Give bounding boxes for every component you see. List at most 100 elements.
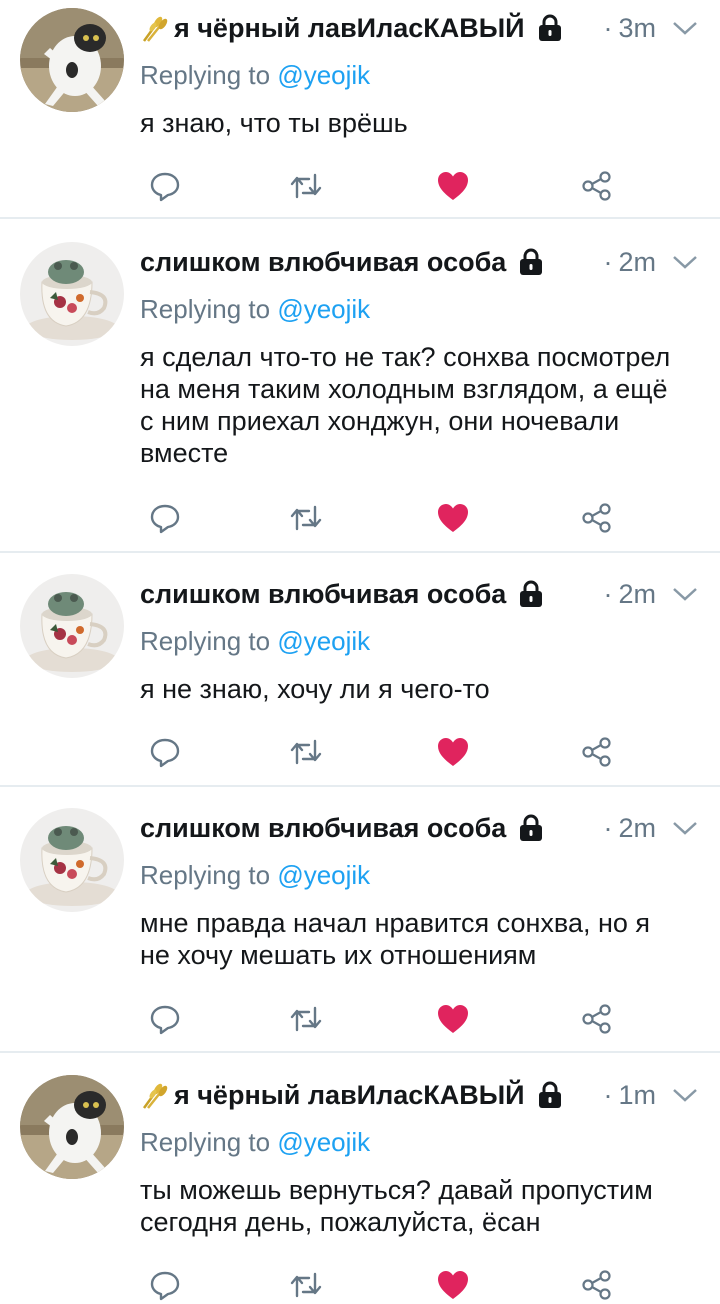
share-button[interactable] (575, 730, 619, 774)
retweet-button[interactable] (284, 164, 328, 208)
separator-dot: · (603, 1079, 613, 1110)
share-button[interactable] (575, 997, 619, 1041)
like-icon (438, 1271, 468, 1299)
tweet-actions (0, 997, 720, 1041)
reply-handle-link[interactable]: @yeojik (277, 860, 370, 890)
wheat-sheaf-icon (142, 1083, 168, 1109)
timestamp[interactable]: 2m (618, 579, 656, 610)
separator-dot: · (603, 812, 613, 843)
tweet-actions (0, 1263, 720, 1304)
tweet-text: я не знаю, хочу ли я чего-то (140, 674, 490, 704)
like-button[interactable] (431, 1263, 475, 1304)
chevron-down-icon[interactable] (670, 252, 700, 272)
lock-icon (520, 814, 543, 841)
reply-handle-link[interactable]: @yeojik (277, 294, 370, 324)
reply-icon (150, 738, 180, 768)
timestamp[interactable]: 1m (618, 1080, 656, 1111)
replying-to: Replying to @yeojik (140, 60, 371, 90)
like-button[interactable] (431, 997, 475, 1041)
teacup-frog-avatar-image (20, 808, 124, 912)
avatar[interactable] (20, 242, 124, 346)
lock-icon (520, 580, 543, 607)
retweet-icon (290, 173, 322, 199)
timestamp[interactable]: 3m (618, 13, 656, 44)
tweet-actions (0, 164, 720, 208)
tweet[interactable]: слишком влюбчивая особа · 2m Replying to… (0, 787, 720, 1053)
like-button[interactable] (431, 496, 475, 540)
retweet-icon (290, 739, 322, 765)
author-name[interactable]: слишком влюбчивая особа (140, 579, 506, 610)
retweet-icon (290, 505, 322, 531)
lock-icon (538, 14, 561, 41)
teacup-frog-avatar-image (20, 242, 124, 346)
separator-dot: · (603, 12, 613, 43)
replying-to: Replying to @yeojik (140, 860, 371, 890)
share-icon (582, 1270, 611, 1300)
wheat-sheaf-icon (142, 16, 168, 42)
like-button[interactable] (431, 730, 475, 774)
cat-avatar-image (20, 8, 124, 112)
chevron-down-icon[interactable] (670, 1085, 700, 1105)
replying-to: Replying to @yeojik (140, 626, 371, 656)
chevron-down-icon[interactable] (670, 18, 700, 38)
chevron-down-icon[interactable] (670, 584, 700, 604)
like-icon (438, 504, 468, 532)
author-name[interactable]: я чёрный лавИласКАВЫЙ (174, 13, 525, 44)
like-button[interactable] (431, 164, 475, 208)
tweet-actions (0, 496, 720, 540)
reply-handle-link[interactable]: @yeojik (277, 60, 370, 90)
separator-dot: · (603, 578, 613, 609)
retweet-button[interactable] (284, 730, 328, 774)
timestamp[interactable]: 2m (618, 813, 656, 844)
author-name[interactable]: я чёрный лавИласКАВЫЙ (174, 1080, 525, 1111)
reply-button[interactable] (143, 997, 187, 1041)
retweet-icon (290, 1006, 322, 1032)
teacup-frog-avatar-image (20, 574, 124, 678)
avatar[interactable] (20, 574, 124, 678)
tweet[interactable]: слишком влюбчивая особа · 2m Replying to… (0, 553, 720, 787)
like-icon (438, 738, 468, 766)
lock-icon (520, 248, 543, 275)
replying-to: Replying to @yeojik (140, 1127, 371, 1157)
share-icon (582, 503, 611, 533)
share-button[interactable] (575, 496, 619, 540)
tweet[interactable]: я чёрный лавИласКАВЫЙ · 1m Replying to @… (0, 1053, 720, 1304)
reply-button[interactable] (143, 164, 187, 208)
like-icon (438, 1005, 468, 1033)
share-button[interactable] (575, 1263, 619, 1304)
chevron-down-icon[interactable] (670, 818, 700, 838)
reply-handle-link[interactable]: @yeojik (277, 1127, 370, 1157)
share-icon (582, 1004, 611, 1034)
avatar[interactable] (20, 8, 124, 112)
lock-icon (538, 1081, 561, 1108)
reply-handle-link[interactable]: @yeojik (277, 626, 370, 656)
reply-icon (150, 172, 180, 202)
timeline: я чёрный лавИласКАВЫЙ · 3m Replying to @… (0, 0, 720, 1304)
share-button[interactable] (575, 164, 619, 208)
retweet-button[interactable] (284, 1263, 328, 1304)
reply-button[interactable] (143, 730, 187, 774)
reply-button[interactable] (143, 1263, 187, 1304)
like-icon (438, 172, 468, 200)
tweet-actions (0, 730, 720, 774)
retweet-icon (290, 1272, 322, 1298)
reply-icon (150, 504, 180, 534)
reply-button[interactable] (143, 496, 187, 540)
timestamp[interactable]: 2m (618, 247, 656, 278)
retweet-button[interactable] (284, 997, 328, 1041)
tweet-text: мне правда начал нравится сонхва, но я н… (140, 908, 651, 970)
reply-icon (150, 1005, 180, 1035)
tweet-text: я сделал что-то не так? сонхва посмотрел… (140, 342, 671, 468)
tweet[interactable]: я чёрный лавИласКАВЫЙ · 3m Replying to @… (0, 0, 720, 219)
avatar[interactable] (20, 808, 124, 912)
author-name[interactable]: слишком влюбчивая особа (140, 813, 506, 844)
cat-avatar-image (20, 1075, 124, 1179)
author-name[interactable]: слишком влюбчивая особа (140, 247, 506, 278)
share-icon (582, 737, 611, 767)
replying-to: Replying to @yeojik (140, 294, 371, 324)
avatar[interactable] (20, 1075, 124, 1179)
retweet-button[interactable] (284, 496, 328, 540)
tweet-text: я знаю, что ты врёшь (140, 108, 408, 138)
reply-icon (150, 1271, 180, 1301)
tweet[interactable]: слишком влюбчивая особа · 2m Replying to… (0, 219, 720, 553)
